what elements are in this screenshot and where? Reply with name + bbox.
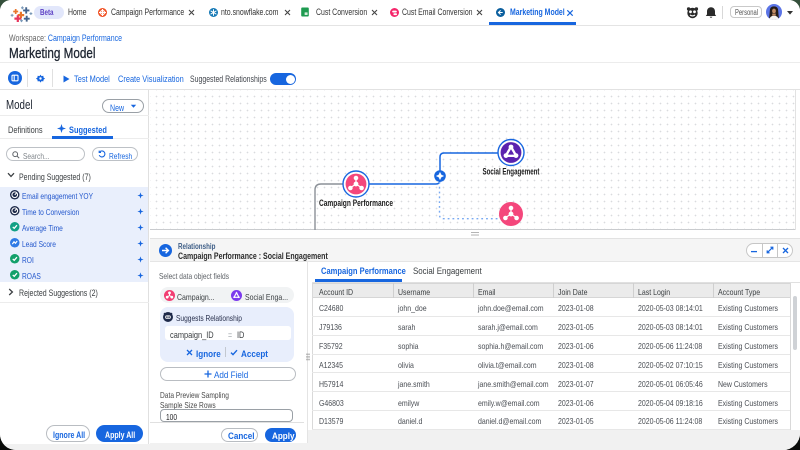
svg-text:Campaign Performance: Campaign Performance [319,198,393,208]
svg-text:Social Engagement: Social Engagement [483,167,540,177]
